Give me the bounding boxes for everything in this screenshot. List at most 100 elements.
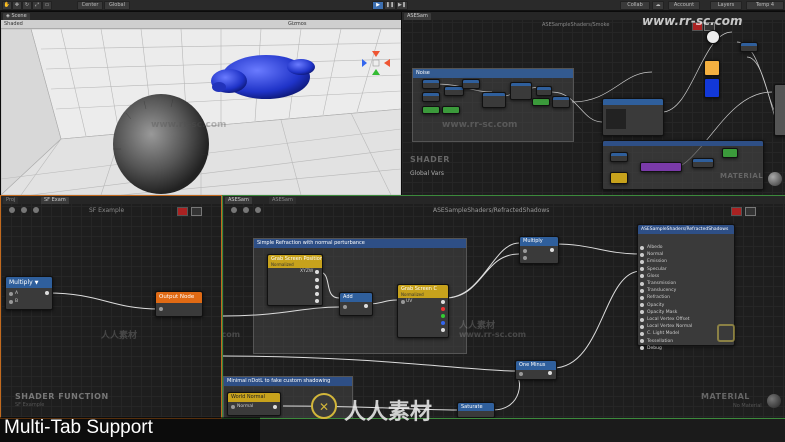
material-type-label: MATERIAL xyxy=(701,392,750,401)
output-port-row[interactable]: Opacity xyxy=(640,295,664,308)
grab-pos-w-port[interactable] xyxy=(315,299,319,303)
texture-sample-node[interactable] xyxy=(602,98,664,136)
world-normal-input-port[interactable] xyxy=(231,405,235,409)
grab-color-rgba-port[interactable] xyxy=(441,300,445,304)
rotate-tool-icon[interactable]: ↻ xyxy=(22,1,32,10)
watermark-scene: www.rr-sc.com xyxy=(151,120,227,130)
output-port-row[interactable]: Refraction xyxy=(640,287,670,300)
output-port-row[interactable]: Opacity Mask xyxy=(640,302,677,315)
one-minus-output-port[interactable] xyxy=(548,371,552,375)
output-node[interactable]: Output Node xyxy=(155,291,203,317)
step-button[interactable]: ▶❚ xyxy=(396,1,408,10)
output-port-row[interactable]: Translucency xyxy=(640,280,676,293)
grab-color-a-port[interactable] xyxy=(441,328,445,332)
grab-pos-y-port[interactable] xyxy=(315,285,319,289)
output-port-row[interactable]: Debug xyxy=(640,338,662,351)
blue-preview-node[interactable] xyxy=(704,78,720,98)
multiply-input-b-port[interactable] xyxy=(523,256,527,260)
multiply-output-port[interactable] xyxy=(45,291,49,295)
watermark-sf: 人人素材 xyxy=(101,331,138,341)
port-b-input[interactable] xyxy=(9,300,13,304)
output-port-label: Debug xyxy=(647,345,662,351)
grab-pos-z-port[interactable] xyxy=(315,292,319,296)
saturate-node[interactable]: Saturate xyxy=(457,402,495,418)
output-port-row[interactable]: Emission xyxy=(640,251,667,264)
rect-tool-icon[interactable]: ▭ xyxy=(42,1,52,10)
pivot-toggle[interactable]: Center xyxy=(77,1,103,10)
port-a-label: A xyxy=(15,291,19,296)
svg-text:✕: ✕ xyxy=(319,400,329,414)
rr-sc-logo-icon: ✕ xyxy=(308,392,340,420)
uv-label: UV xyxy=(406,299,413,304)
multiply-node-main[interactable]: Multiply xyxy=(519,236,559,264)
shader-function-type-label: SHADER FUNCTION xyxy=(15,392,109,401)
shader-sub-label: Global Vars xyxy=(410,170,444,177)
heart-preview-node[interactable] xyxy=(706,30,720,44)
pause-button[interactable]: ❚❚ xyxy=(384,1,396,10)
one-minus-node[interactable]: One Minus xyxy=(515,360,557,380)
grab-color-g-port[interactable] xyxy=(441,314,445,318)
output-port-row[interactable]: Gloss xyxy=(640,266,659,279)
layers-dropdown[interactable]: Layers xyxy=(710,1,742,10)
output-port-row[interactable]: Transmission xyxy=(640,273,676,286)
gizmos-dropdown[interactable]: Gizmos xyxy=(288,20,306,28)
layout-dropdown[interactable]: Temp 4 xyxy=(746,1,784,10)
orange-preview-node[interactable] xyxy=(704,60,720,76)
multiply-input-a-port[interactable] xyxy=(523,249,527,253)
play-button[interactable]: ▶ xyxy=(372,1,384,10)
material-name-label: No Material xyxy=(733,403,762,409)
cloud-icon[interactable]: ☁ xyxy=(652,1,664,10)
move-tool-icon[interactable]: ✥ xyxy=(12,1,22,10)
scene-viewport[interactable] xyxy=(1,29,401,195)
world-normal-node[interactable]: World Normal Normal xyxy=(227,392,281,416)
watermark-url-top: www.rr-sc.com xyxy=(642,14,743,28)
account-dropdown[interactable]: Account xyxy=(668,1,700,10)
port-a-input[interactable] xyxy=(9,292,13,296)
smoke-shader-graph-panel[interactable]: ASESam ASESampleShaders/Smoke Noise SHAD… xyxy=(401,11,785,196)
scene-control-bar: Shaded Gizmos xyxy=(1,20,401,29)
space-toggle[interactable]: Global xyxy=(104,1,130,10)
smoke-output-node[interactable] xyxy=(774,84,785,136)
output-input-port[interactable] xyxy=(159,307,163,311)
top-toolbar: ✋ ✥ ↻ ⤢ ▭ Center Global ▶ ❚❚ ▶❚ Collab ☁… xyxy=(0,0,785,11)
watermark-url-1: www.rr-sc.com xyxy=(223,330,241,339)
collab-dropdown[interactable]: Collab xyxy=(620,1,650,10)
furry-sphere-object[interactable] xyxy=(113,94,209,194)
shader-function-panel[interactable]: Proj SF Exam SF Example Multiply ▼ A B O… xyxy=(0,195,222,419)
multiply-output-port[interactable] xyxy=(550,248,554,252)
normal-label: Normal xyxy=(237,404,254,409)
output-port-row[interactable]: Specular xyxy=(640,259,667,272)
grab-pos-xyzw-port[interactable] xyxy=(315,270,319,274)
shader-type-label: SHADER xyxy=(410,155,450,164)
grab-color-uv-port[interactable] xyxy=(401,300,405,304)
add-input-a-port[interactable] xyxy=(343,305,347,309)
hand-tool-icon[interactable]: ✋ xyxy=(2,1,12,10)
grab-color-r-port[interactable] xyxy=(441,307,445,311)
output-port-row[interactable]: C. Light Model xyxy=(640,323,679,336)
material-preview-sphere xyxy=(768,172,782,186)
shading-mode-dropdown[interactable]: Shaded xyxy=(4,20,23,28)
grab-color-b-port[interactable] xyxy=(441,321,445,325)
shader-function-name-label: SF Example xyxy=(15,402,45,408)
output-port-row[interactable]: Normal xyxy=(640,244,663,257)
output-port-row[interactable]: Albedo xyxy=(640,237,663,250)
refracted-shadows-panel[interactable]: ASESam ASESam ASESampleShaders/Refracted… xyxy=(222,195,785,419)
grab-screen-position-node[interactable]: Grab Screen Position Normalized XYZW xyxy=(267,254,323,306)
material-type-label: MATERIAL xyxy=(720,172,764,180)
watermark-smoke: www.rr-sc.com xyxy=(442,120,518,130)
multiply-node-sf[interactable]: Multiply ▼ A B xyxy=(5,276,53,310)
tab-scene[interactable]: ◈ Scene xyxy=(3,13,30,20)
output-port-row[interactable]: Local Vertex Offset xyxy=(640,309,690,322)
add-output-port[interactable] xyxy=(364,304,368,308)
one-minus-input-port[interactable] xyxy=(519,372,523,376)
world-normal-output-port[interactable] xyxy=(273,405,277,409)
output-port-row[interactable]: Tessellation xyxy=(640,331,673,344)
add-node[interactable]: Add xyxy=(339,292,373,316)
grab-screen-color-node[interactable]: Grab Screen C Normalized UV xyxy=(397,284,449,338)
watermark-brand-text: 人人素材 xyxy=(344,400,433,425)
grab-pos-x-port[interactable] xyxy=(315,278,319,282)
scene-view-panel[interactable]: ◈ Scene Shaded Gizmos www.rr-sc.com xyxy=(0,11,402,196)
chevron-down-icon: ▼ xyxy=(34,280,39,286)
output-port-row[interactable]: Local Vertex Normal xyxy=(640,316,692,329)
scale-tool-icon[interactable]: ⤢ xyxy=(32,1,42,10)
